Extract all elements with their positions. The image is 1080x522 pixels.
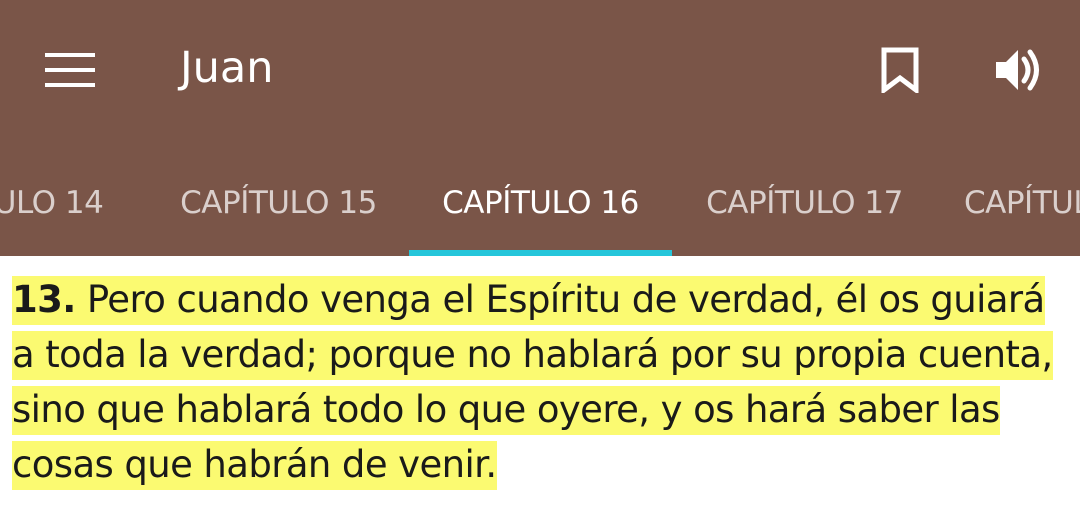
- volume-up-icon: [996, 49, 1039, 91]
- tab-chapter-17[interactable]: CAPÍTULO 17: [672, 150, 937, 256]
- bookmark-outline-icon: [881, 47, 919, 93]
- chapter-tabs: CAPÍTULO 14 CAPÍTULO 15 CAPÍTULO 16 CAPÍ…: [0, 150, 1080, 256]
- verse-body: Pero cuando venga el Espíritu de verdad,…: [12, 278, 1053, 486]
- tab-label: CAPÍTULO 16: [442, 185, 639, 221]
- tab-label: CAPÍTULO 14: [0, 185, 104, 221]
- active-tab-indicator: [409, 250, 672, 256]
- tab-chapter-16[interactable]: CAPÍTULO 16: [409, 150, 672, 256]
- tab-label: CAPÍTULO 15: [180, 185, 377, 221]
- tab-chapter-15[interactable]: CAPÍTULO 15: [146, 150, 411, 256]
- verse-number: 13.: [12, 278, 76, 321]
- volume-button[interactable]: [972, 22, 1068, 118]
- tab-label: CAPÍTULO 18: [964, 185, 1080, 221]
- page-title: Juan: [180, 43, 274, 93]
- tab-chapter-18[interactable]: CAPÍTULO 18: [937, 150, 1080, 256]
- tab-label: CAPÍTULO 17: [706, 185, 903, 221]
- app-bar: Juan CAPÍTULO 14 CAPÍTULO 15 CAPÍTULO 16…: [0, 0, 1080, 256]
- verse-highlight: 13. Pero cuando venga el Espíritu de ver…: [12, 276, 1053, 490]
- menu-button[interactable]: [22, 22, 118, 118]
- hamburger-menu-icon: [45, 53, 95, 87]
- verse-text[interactable]: 13. Pero cuando venga el Espíritu de ver…: [12, 272, 1072, 492]
- tab-chapter-14[interactable]: CAPÍTULO 14: [0, 150, 140, 256]
- bookmark-button[interactable]: [852, 22, 948, 118]
